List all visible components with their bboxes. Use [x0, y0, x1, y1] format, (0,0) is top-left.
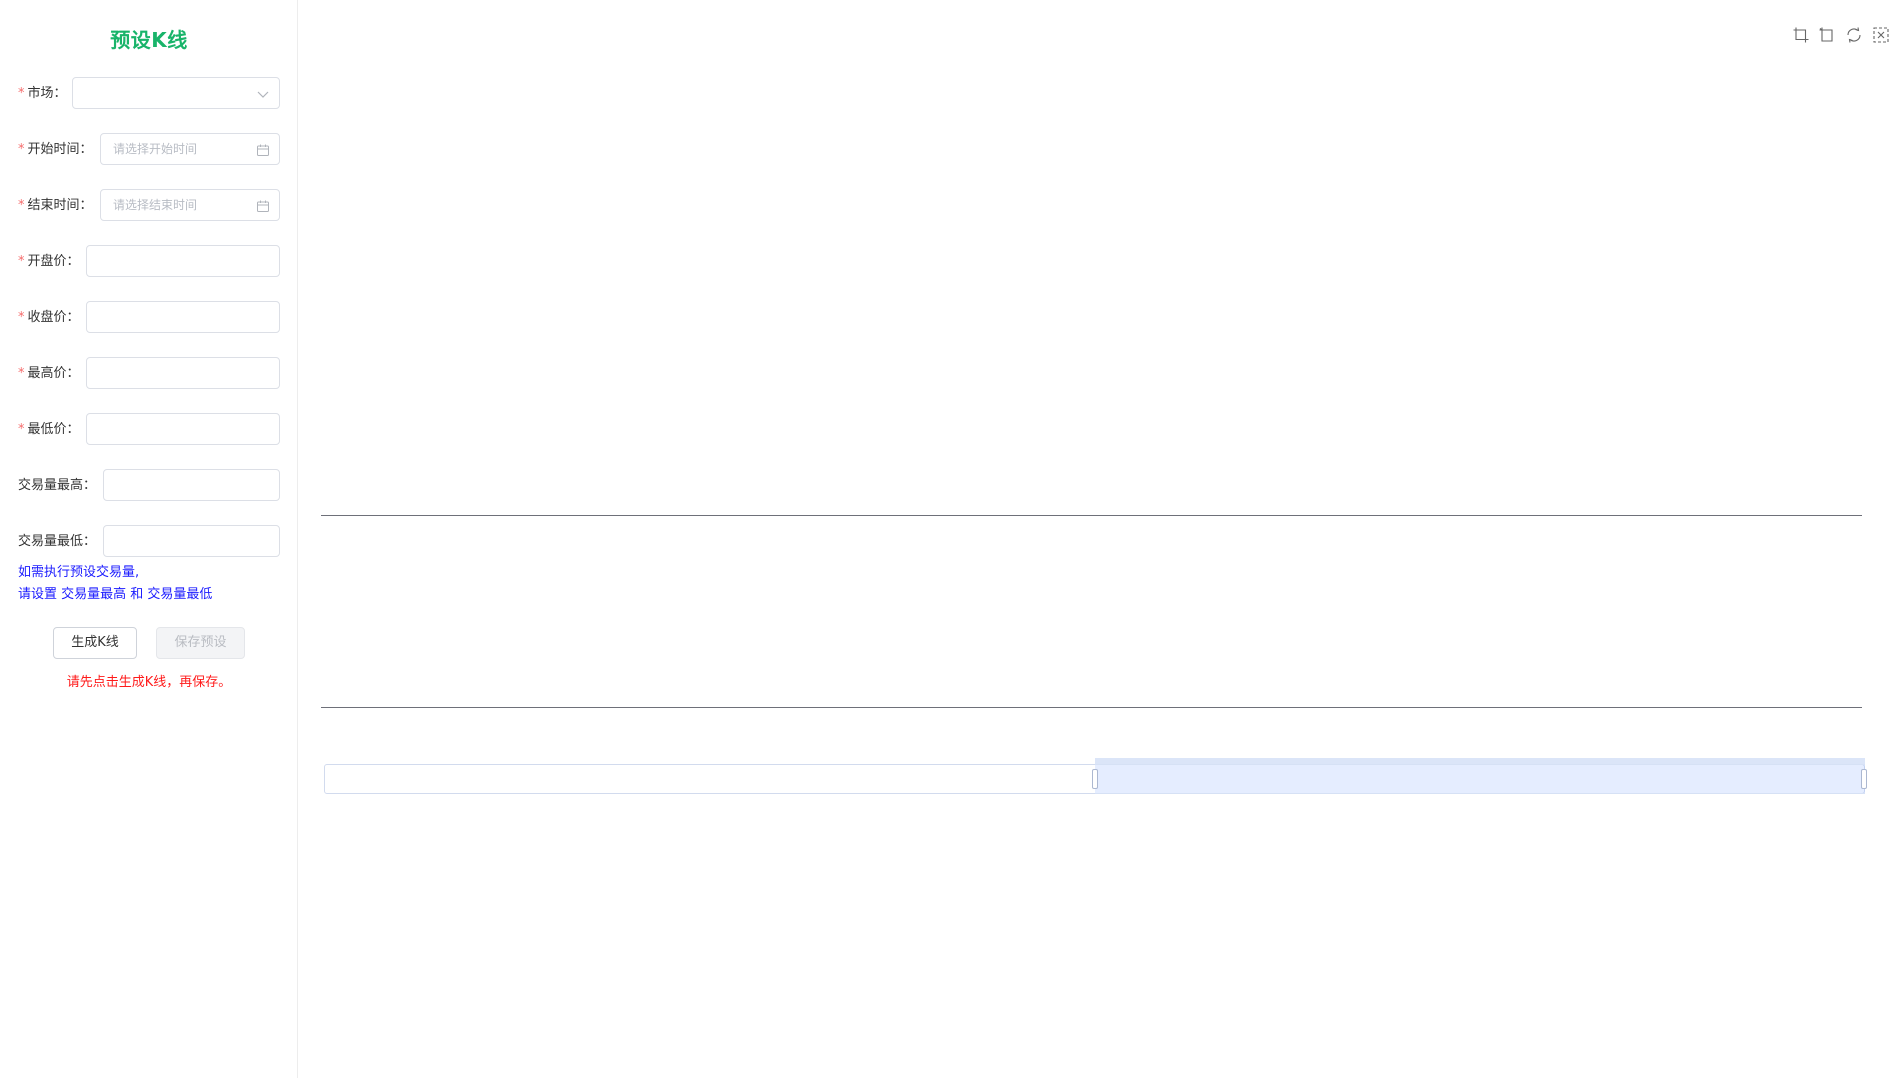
end-time-picker[interactable]: 请选择结束时间 — [100, 189, 280, 221]
high-price-row: * 最高价： — [18, 357, 280, 391]
start-time-label: * 开始时间： — [18, 142, 93, 157]
market-label: * 市场： — [18, 86, 67, 101]
required-mark: * — [18, 86, 25, 101]
open-price-row: * 开盘价： — [18, 245, 280, 279]
chevron-down-icon — [256, 86, 270, 100]
close-price-label: * 收盘价： — [18, 310, 80, 325]
generate-kline-button[interactable]: 生成K线 — [53, 627, 137, 659]
market-select[interactable] — [72, 77, 280, 109]
close-price-input[interactable] — [86, 301, 280, 333]
low-price-row: * 最低价： — [18, 413, 280, 447]
volume-hint: 如需执行预设交易量, 请设置 交易量最高 和 交易量最低 — [18, 562, 212, 606]
save-image-icon[interactable] — [1872, 26, 1890, 44]
volume-min-label: 交易量最低： — [18, 534, 97, 549]
chart-toolbox — [1792, 26, 1890, 44]
close-price-row: * 收盘价： — [18, 301, 280, 335]
calendar-icon — [256, 198, 270, 212]
open-price-label: * 开盘价： — [18, 254, 80, 269]
datazoom-slider[interactable] — [324, 758, 1867, 794]
volume-min-input[interactable] — [103, 525, 280, 557]
kline-chart[interactable] — [299, 0, 1904, 1078]
zoom-reset-icon[interactable] — [1818, 26, 1836, 44]
calendar-icon — [256, 142, 270, 156]
restore-icon[interactable] — [1845, 26, 1863, 44]
volume-max-row: 交易量最高： — [18, 469, 280, 503]
start-time-picker[interactable]: 请选择开始时间 — [100, 133, 280, 165]
high-price-label: * 最高价： — [18, 366, 80, 381]
save-preset-button[interactable]: 保存预设 — [156, 627, 245, 659]
end-time-label: * 结束时间： — [18, 198, 93, 213]
preset-form-panel: 预设K线 * 市场： * 开始时间： 请选择开始时间 * 结束时间： 请选择结束… — [0, 0, 298, 1078]
volume-hint-line2: 请设置 交易量最高 和 交易量最低 — [18, 587, 213, 602]
slider-selected-range[interactable] — [1094, 764, 1865, 794]
save-warning: 请先点击生成K线，再保存。 — [66, 675, 232, 690]
volume-max-input[interactable] — [103, 469, 280, 501]
candle-grid-x-axis — [321, 515, 1862, 516]
zoom-area-icon[interactable] — [1792, 26, 1810, 44]
end-time-row: * 结束时间： 请选择结束时间 — [18, 189, 280, 223]
volume-grid-x-axis — [321, 707, 1862, 708]
slider-handle-right[interactable] — [1861, 769, 1867, 789]
low-price-input[interactable] — [86, 413, 280, 445]
page-title: 预设K线 — [110, 28, 188, 52]
volume-hint-line1: 如需执行预设交易量, — [18, 565, 140, 580]
start-time-row: * 开始时间： 请选择开始时间 — [18, 133, 280, 167]
slider-handle-left[interactable] — [1091, 769, 1098, 789]
high-price-input[interactable] — [86, 357, 280, 389]
volume-min-row: 交易量最低： — [18, 525, 280, 559]
market-row: * 市场： — [18, 77, 280, 111]
low-price-label: * 最低价： — [18, 422, 80, 437]
open-price-input[interactable] — [86, 245, 280, 277]
volume-max-label: 交易量最高： — [18, 478, 97, 493]
preset-kline-page: 预设K线 * 市场： * 开始时间： 请选择开始时间 * 结束时间： 请选择结束… — [0, 0, 1904, 1078]
